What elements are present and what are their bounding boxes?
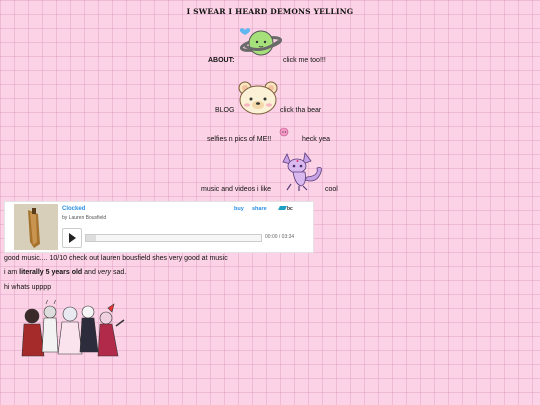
greeting: hi whats upppp: [4, 284, 52, 291]
espeon-icon[interactable]: [277, 150, 325, 192]
age-line-e: sad.: [111, 269, 127, 276]
progress-knob[interactable]: [86, 235, 96, 241]
age-line-bold: literally 5 years old: [19, 269, 83, 276]
age-line-a: i am: [4, 269, 20, 276]
progress-track[interactable]: [85, 234, 262, 242]
track-artist[interactable]: by Lauren Bousfield: [62, 215, 106, 221]
music-link[interactable]: cool: [325, 186, 338, 193]
track-time: 00:00 / 03:34: [265, 234, 295, 240]
bear-icon[interactable]: [237, 81, 279, 115]
album-cover[interactable]: [14, 204, 58, 250]
characters-illustration: [18, 298, 126, 362]
music-label: music and videos i like: [201, 186, 272, 193]
blog-link[interactable]: click tha bear: [280, 107, 321, 114]
age-line-italic: very: [97, 269, 112, 276]
pink-sprite-icon[interactable]: [278, 125, 290, 137]
bandcamp-player: Clocked by Lauren Bousfield buy share bc…: [4, 201, 314, 253]
selfies-link[interactable]: heck yea: [302, 136, 330, 143]
selfies-label: selfies n pics of ME!!: [207, 136, 272, 143]
buy-button[interactable]: buy: [234, 206, 244, 212]
bandcamp-logo-icon: [278, 206, 287, 210]
music-description: good music.... 10/10 check out lauren bo…: [4, 255, 228, 262]
blog-label: BLOG: [215, 107, 235, 114]
age-line-c: and: [82, 269, 98, 276]
track-title[interactable]: Clocked: [62, 206, 85, 212]
bandcamp-logo[interactable]: bc: [278, 206, 293, 212]
play-button[interactable]: [62, 228, 82, 248]
share-button[interactable]: share: [252, 206, 267, 212]
about-label: ABOUT:: [208, 57, 235, 64]
age-line: i am literally 5 years old and very sad.: [4, 269, 126, 276]
bandcamp-logo-text: bc: [287, 206, 293, 212]
page-title: I SWEAR I HEARD DEMONS YELLING: [186, 7, 354, 16]
planet-icon[interactable]: [237, 25, 283, 59]
about-link[interactable]: click me too!!!: [283, 57, 326, 64]
